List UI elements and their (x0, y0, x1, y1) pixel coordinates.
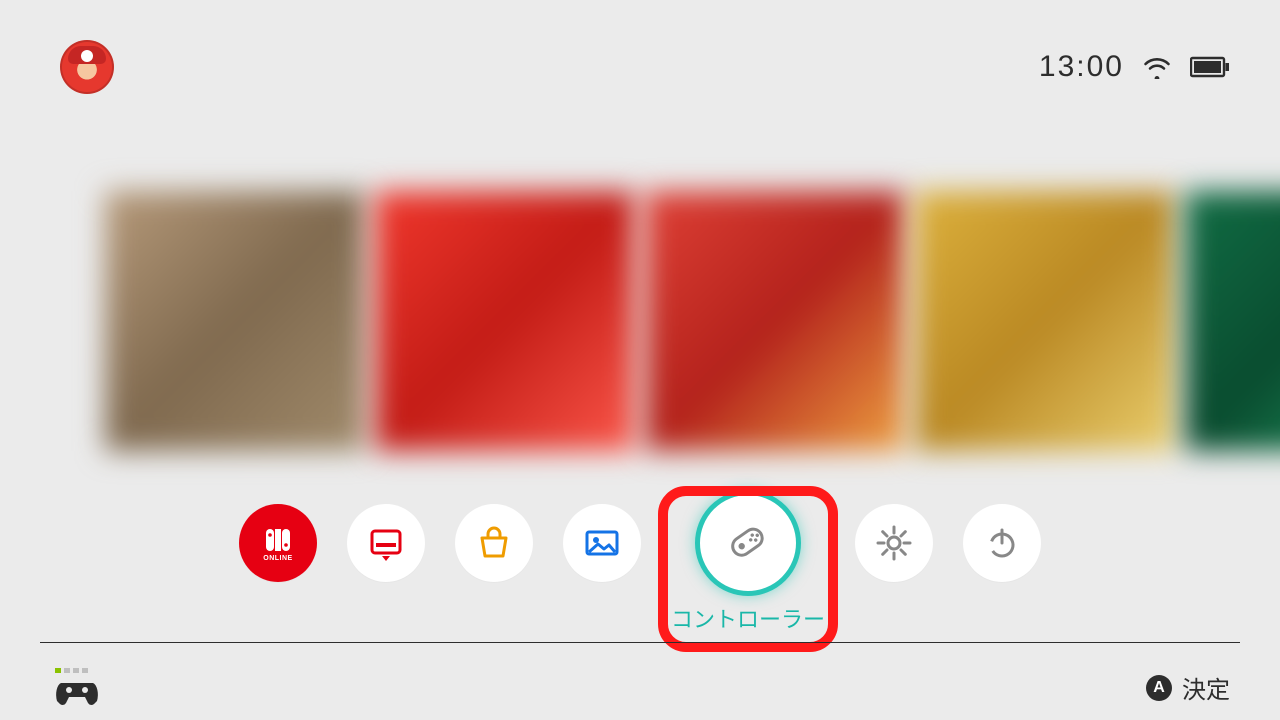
game-tile[interactable] (105, 191, 365, 451)
controllers-icon (695, 490, 801, 596)
power-icon (963, 504, 1041, 582)
footer-divider (40, 642, 1240, 643)
dock-item-online[interactable]: ONLINE (239, 504, 317, 634)
game-tile[interactable] (915, 191, 1175, 451)
pro-controller-icon (55, 677, 99, 707)
dock-item-eshop[interactable] (455, 504, 533, 634)
game-tile[interactable] (645, 191, 905, 451)
album-icon (563, 504, 641, 582)
news-icon (347, 504, 425, 582)
game-tile[interactable] (375, 191, 635, 451)
footer-bar: A 決定 (55, 655, 1230, 720)
a-button-label: 決定 (1182, 670, 1230, 705)
action-hint-confirm: A 決定 (1146, 670, 1230, 705)
dock-item-news[interactable] (347, 504, 425, 634)
eshop-icon (455, 504, 533, 582)
battery-icon (1190, 56, 1230, 78)
game-tile[interactable] (1185, 191, 1280, 451)
player-indicator[interactable] (55, 668, 99, 707)
clock: 13:00 (1039, 50, 1124, 84)
online-icon: ONLINE (239, 504, 317, 582)
game-tile-row[interactable] (0, 191, 1280, 451)
dock-item-settings[interactable] (855, 504, 933, 634)
wifi-icon (1142, 55, 1172, 79)
system-dock: ONLINE (0, 504, 1280, 634)
svg-text:ONLINE: ONLINE (263, 555, 292, 562)
dock-item-power[interactable] (963, 504, 1041, 634)
a-button-glyph: A (1146, 675, 1172, 701)
player-leds (55, 668, 88, 673)
dock-item-album[interactable] (563, 504, 641, 634)
dock-item-controllers[interactable]: コントローラー (671, 504, 825, 634)
status-area: 13:00 (1039, 50, 1230, 84)
user-avatar[interactable] (60, 40, 114, 94)
settings-icon (855, 504, 933, 582)
top-bar: 13:00 (60, 40, 1230, 94)
dock-selected-label: コントローラー (671, 602, 825, 634)
